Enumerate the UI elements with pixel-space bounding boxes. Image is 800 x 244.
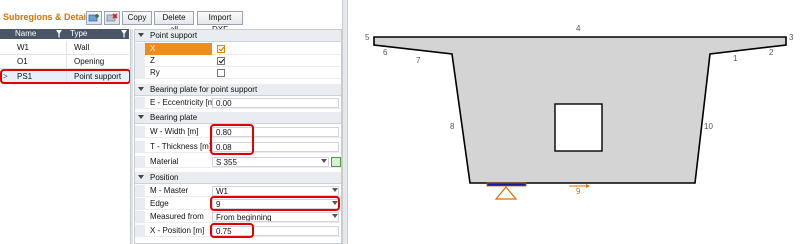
- column-header-name[interactable]: Name: [15, 29, 36, 39]
- edge-label-7: 7: [416, 56, 421, 65]
- column-header-type[interactable]: Type: [70, 29, 87, 39]
- measured-from-select[interactable]: From beginning: [212, 212, 339, 222]
- row-type: Opening: [74, 57, 105, 66]
- x-position-input[interactable]: 0.75: [212, 226, 339, 236]
- category-point-support[interactable]: Point support: [135, 30, 341, 42]
- property-material[interactable]: Material S 355: [135, 156, 341, 168]
- material-select[interactable]: S 355: [212, 157, 329, 167]
- collapse-icon[interactable]: [138, 33, 144, 37]
- property-label: Ry: [150, 68, 160, 77]
- row-name: O1: [17, 57, 28, 66]
- property-label: W - Width [m]: [150, 127, 199, 136]
- edge-label-1: 1: [733, 54, 738, 63]
- edge-label-6: 6: [383, 48, 388, 57]
- chevron-down-icon[interactable]: [321, 159, 327, 163]
- edge-label-3: 3: [789, 33, 794, 42]
- import-dxf-button[interactable]: Import DXF: [197, 11, 243, 34]
- property-label: Edge: [150, 199, 169, 208]
- property-label: T - Thickness [m]: [150, 142, 212, 151]
- edge-label-4: 4: [576, 24, 581, 33]
- property-edge[interactable]: Edge 9: [135, 198, 341, 210]
- table-row[interactable]: W1 Wall: [0, 41, 129, 55]
- property-master[interactable]: M - Master W1: [135, 185, 341, 197]
- edge-label-9: 9: [576, 187, 581, 196]
- row-selection-marker: >: [3, 72, 8, 81]
- column-divider: [66, 55, 67, 69]
- drawing-canvas[interactable]: 1 2 3 4 5 6 7 8 9 10: [348, 0, 800, 244]
- chevron-down-icon[interactable]: [332, 201, 338, 205]
- property-x[interactable]: X: [135, 43, 341, 55]
- edge-label-8: 8: [450, 122, 455, 131]
- ry-checkbox[interactable]: [217, 69, 225, 77]
- support-triangle-icon: [494, 186, 518, 200]
- delete-all-button[interactable]: Delete all: [154, 11, 194, 34]
- table-row[interactable]: O1 Opening: [0, 55, 129, 69]
- chevron-down-icon[interactable]: [332, 214, 338, 218]
- property-measured-from[interactable]: Measured from From beginning: [135, 211, 341, 223]
- filter-icon[interactable]: [121, 30, 127, 38]
- property-ry[interactable]: Ry: [135, 67, 341, 79]
- property-eccentricity[interactable]: E - Eccentricity [m] 0.00: [135, 97, 341, 109]
- edge-label-2: 2: [769, 48, 774, 57]
- edge-select[interactable]: 9: [212, 199, 339, 209]
- cross-section-drawing: [373, 36, 787, 200]
- property-label: Material: [150, 157, 179, 166]
- x-checkbox[interactable]: [217, 45, 225, 53]
- left-pane: Subregions & Details Copy Delete all Imp…: [0, 0, 342, 244]
- panel-title: Subregions & Details: [3, 12, 94, 22]
- row-type: Point support: [74, 72, 122, 81]
- toolbar: Subregions & Details Copy Delete all Imp…: [0, 8, 342, 34]
- z-checkbox[interactable]: [217, 57, 225, 65]
- property-x-position[interactable]: X - Position [m] 0.75: [135, 225, 341, 237]
- row-type: Wall: [74, 43, 90, 52]
- vertical-splitter[interactable]: [130, 29, 133, 244]
- eccentricity-input[interactable]: 0.00: [212, 98, 339, 108]
- properties-grid: Point support X Z Ry Bearing plate for p…: [134, 29, 342, 244]
- collapse-icon[interactable]: [138, 115, 144, 119]
- width-input[interactable]: 0.80: [212, 127, 339, 137]
- material-edit-icon[interactable]: [331, 157, 341, 167]
- table-header: Name Type: [0, 29, 129, 39]
- property-thickness[interactable]: T - Thickness [m] 0.08: [135, 141, 341, 153]
- column-divider: [66, 70, 67, 84]
- copy-button[interactable]: Copy: [122, 11, 152, 25]
- row-name: PS1: [17, 72, 33, 81]
- category-bearing-plate-point-support[interactable]: Bearing plate for point support: [135, 84, 341, 96]
- add-icon[interactable]: [86, 11, 102, 25]
- column-divider: [66, 41, 67, 55]
- delete-icon[interactable]: [104, 11, 120, 25]
- property-label: M - Master: [150, 186, 189, 195]
- category-bearing-plate[interactable]: Bearing plate: [135, 112, 341, 124]
- property-width[interactable]: W - Width [m] 0.80: [135, 126, 341, 138]
- bearing-plate: [486, 182, 527, 187]
- subregions-table: Name Type W1 Wall O1 Opening > PS1 Point…: [0, 29, 131, 84]
- edge-label-10: 10: [704, 122, 713, 131]
- filter-icon[interactable]: [56, 30, 62, 38]
- collapse-icon[interactable]: [138, 87, 144, 91]
- table-row-selected[interactable]: > PS1 Point support: [0, 70, 129, 84]
- category-position[interactable]: Position: [135, 172, 341, 184]
- row-name: W1: [17, 43, 29, 52]
- collapse-icon[interactable]: [138, 175, 144, 179]
- property-label: E - Eccentricity [m]: [150, 98, 217, 107]
- property-label: Z: [150, 56, 155, 65]
- chevron-down-icon[interactable]: [332, 188, 338, 192]
- thickness-input[interactable]: 0.08: [212, 142, 339, 152]
- edge-label-5: 5: [365, 33, 370, 42]
- property-z[interactable]: Z: [135, 55, 341, 67]
- property-label: Measured from: [150, 212, 204, 221]
- opening-o1: [554, 103, 603, 152]
- property-label: X: [145, 43, 212, 55]
- property-label: X - Position [m]: [150, 226, 205, 235]
- master-select[interactable]: W1: [212, 186, 339, 196]
